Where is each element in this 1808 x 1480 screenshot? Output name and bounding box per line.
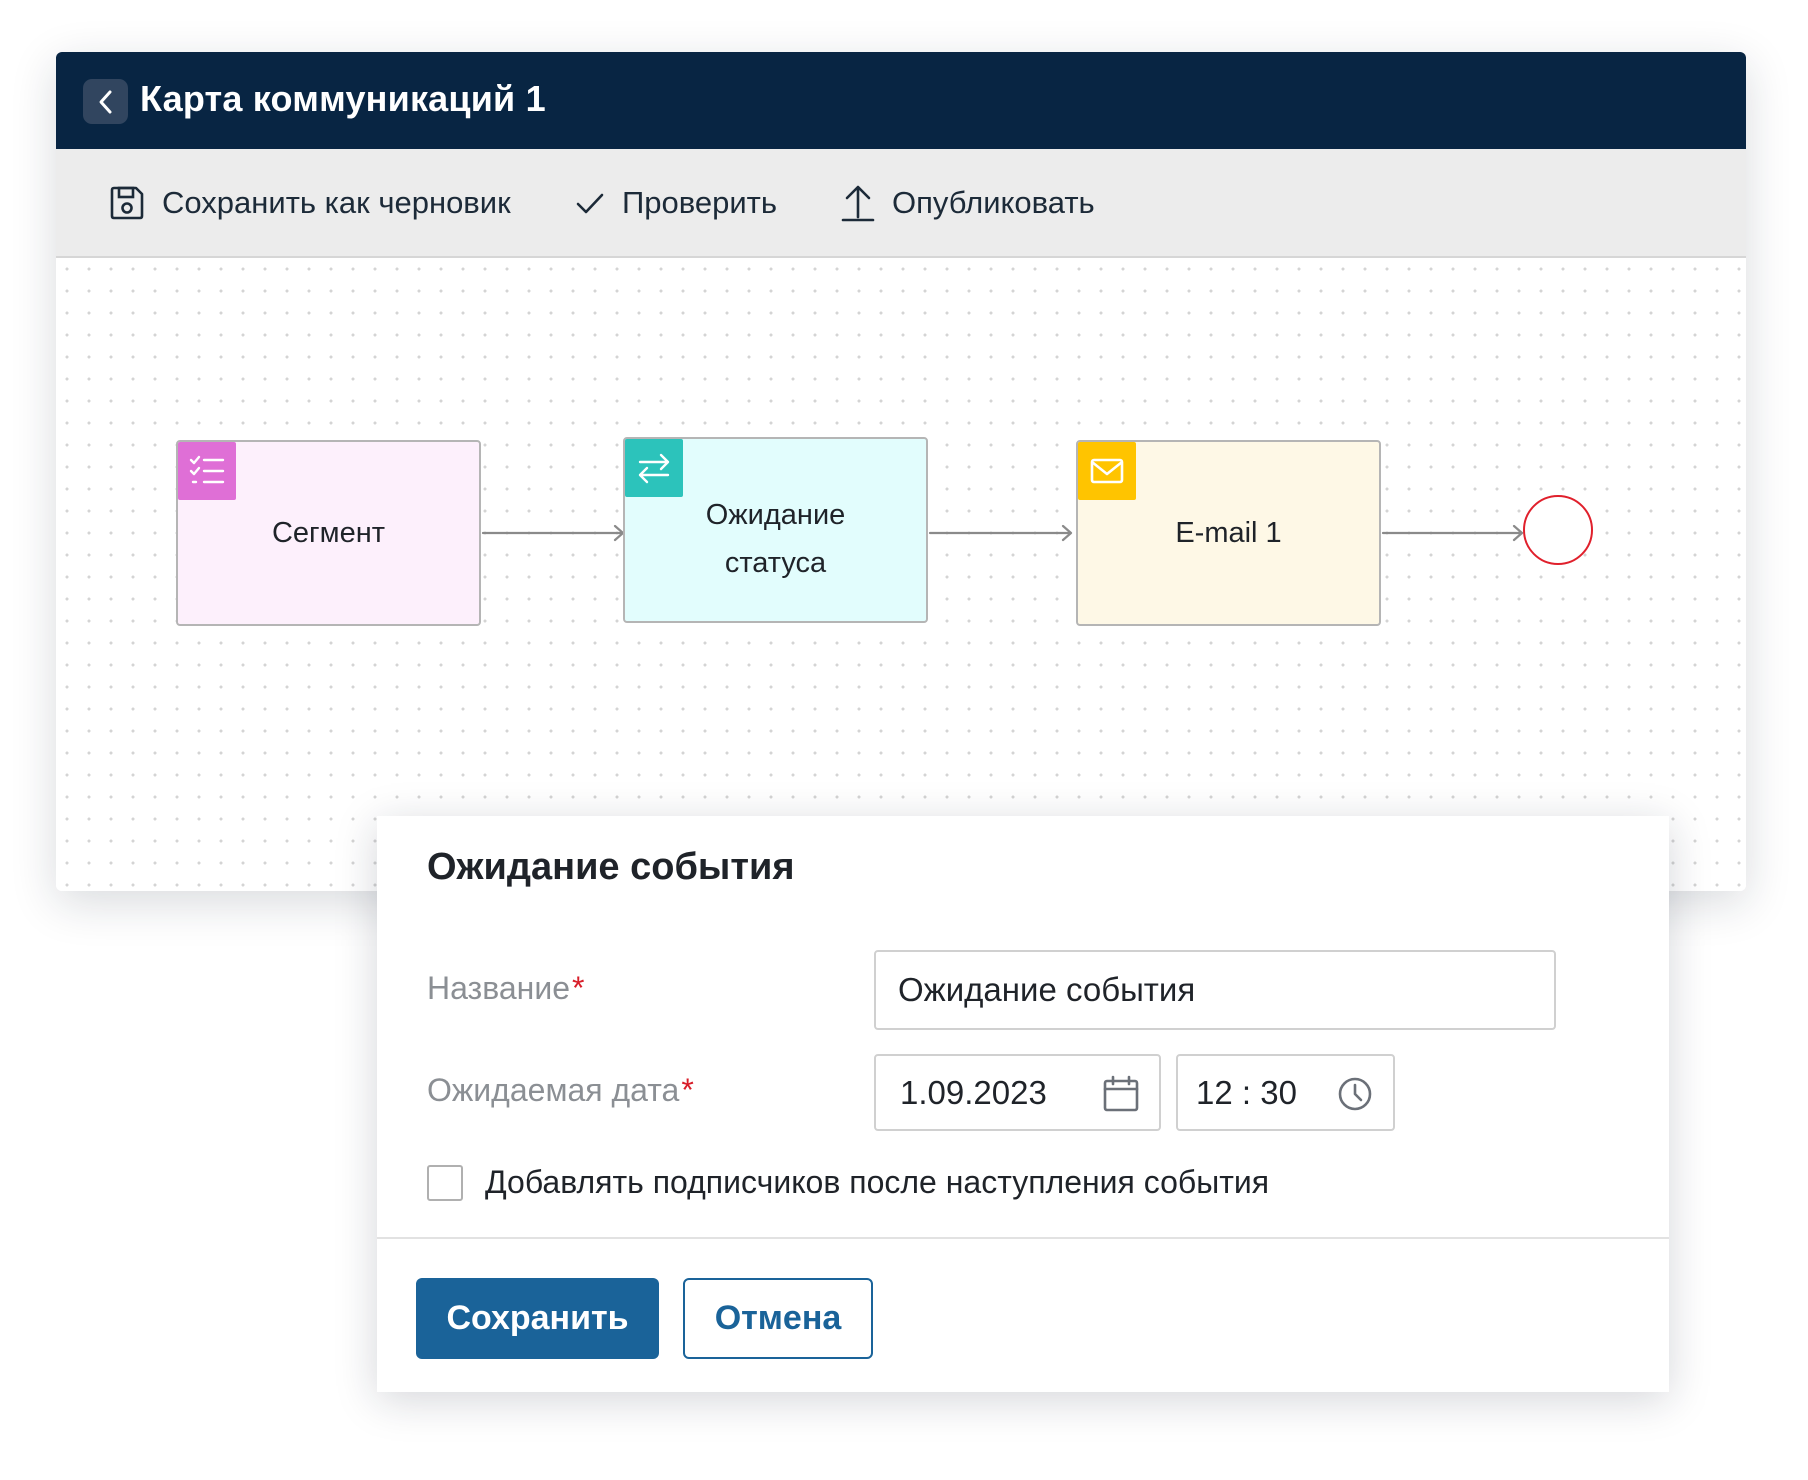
time-input-value: 12 : 30: [1196, 1073, 1297, 1111]
add-subscribers-checkbox[interactable]: [427, 1164, 463, 1201]
node-label: Сегмент: [271, 517, 385, 549]
flow-node-segment[interactable]: Сегмент: [176, 440, 481, 626]
title-bar: Карта коммуникаций 1: [56, 52, 1746, 149]
date-input-value: 1.09.2023: [900, 1073, 1047, 1111]
chevron-left-icon: [99, 90, 111, 113]
connector-email-end: [1381, 524, 1524, 542]
communication-map-window: Карта коммуникаций 1 Сохранить как черно…: [56, 52, 1746, 891]
name-input[interactable]: Ожидание события: [874, 950, 1556, 1030]
node-label: E-mail 1: [1175, 517, 1282, 549]
save-button[interactable]: Сохранить: [416, 1278, 659, 1359]
publish-button[interactable]: Опубликовать: [840, 149, 1095, 256]
clock-icon[interactable]: [1335, 1074, 1375, 1114]
checklist-icon: [178, 442, 236, 500]
name-field-label: Название*: [427, 970, 584, 1007]
swap-arrows-icon: [625, 439, 683, 497]
check-button[interactable]: Проверить: [574, 149, 777, 256]
required-mark: *: [572, 970, 585, 1006]
node-label: Ожидание статуса: [705, 499, 846, 579]
connector-status-email: [928, 524, 1073, 542]
publish-label: Опубликовать: [892, 184, 1095, 220]
cancel-button[interactable]: Отмена: [683, 1278, 873, 1359]
calendar-icon[interactable]: [1101, 1074, 1141, 1114]
time-input[interactable]: 12 : 30: [1176, 1054, 1395, 1131]
envelope-icon: [1078, 442, 1136, 500]
save-draft-label: Сохранить как черновик: [162, 184, 511, 220]
floppy-disk-icon: [110, 186, 144, 219]
dialog-title: Ожидание события: [427, 846, 795, 888]
page-title: Карта коммуникаций 1: [140, 78, 546, 119]
checkmark-icon: [576, 193, 604, 213]
check-label: Проверить: [622, 184, 778, 220]
add-subscribers-label[interactable]: Добавлять подписчиков после наступления …: [485, 1164, 1269, 1201]
save-draft-button[interactable]: Сохранить как черновик: [108, 149, 511, 256]
flow-node-status-wait[interactable]: Ожидание статуса: [623, 437, 928, 623]
date-field-label: Ожидаемая дата*: [427, 1072, 694, 1109]
upload-arrow-icon: [841, 185, 875, 221]
add-subscribers-option: Добавлять подписчиков после наступления …: [427, 1164, 1269, 1201]
flow-canvas[interactable]: Сегмент Ожидание статуса E-mail 1: [56, 258, 1746, 891]
toolbar: Сохранить как черновик Проверить Опублик…: [56, 149, 1746, 258]
name-input-value: Ожидание события: [898, 971, 1196, 1008]
name-label-text: Название: [427, 970, 570, 1006]
connector-segment-status: [481, 524, 625, 542]
back-button[interactable]: [83, 79, 128, 124]
flow-end-node[interactable]: [1523, 495, 1593, 565]
dialog-divider: [377, 1237, 1669, 1239]
date-input[interactable]: 1.09.2023: [874, 1054, 1161, 1131]
event-wait-dialog: Ожидание события Название* Ожидание собы…: [377, 816, 1669, 1392]
required-mark: *: [681, 1072, 694, 1108]
date-label-text: Ожидаемая дата: [427, 1072, 680, 1108]
flow-node-email[interactable]: E-mail 1: [1076, 440, 1381, 626]
